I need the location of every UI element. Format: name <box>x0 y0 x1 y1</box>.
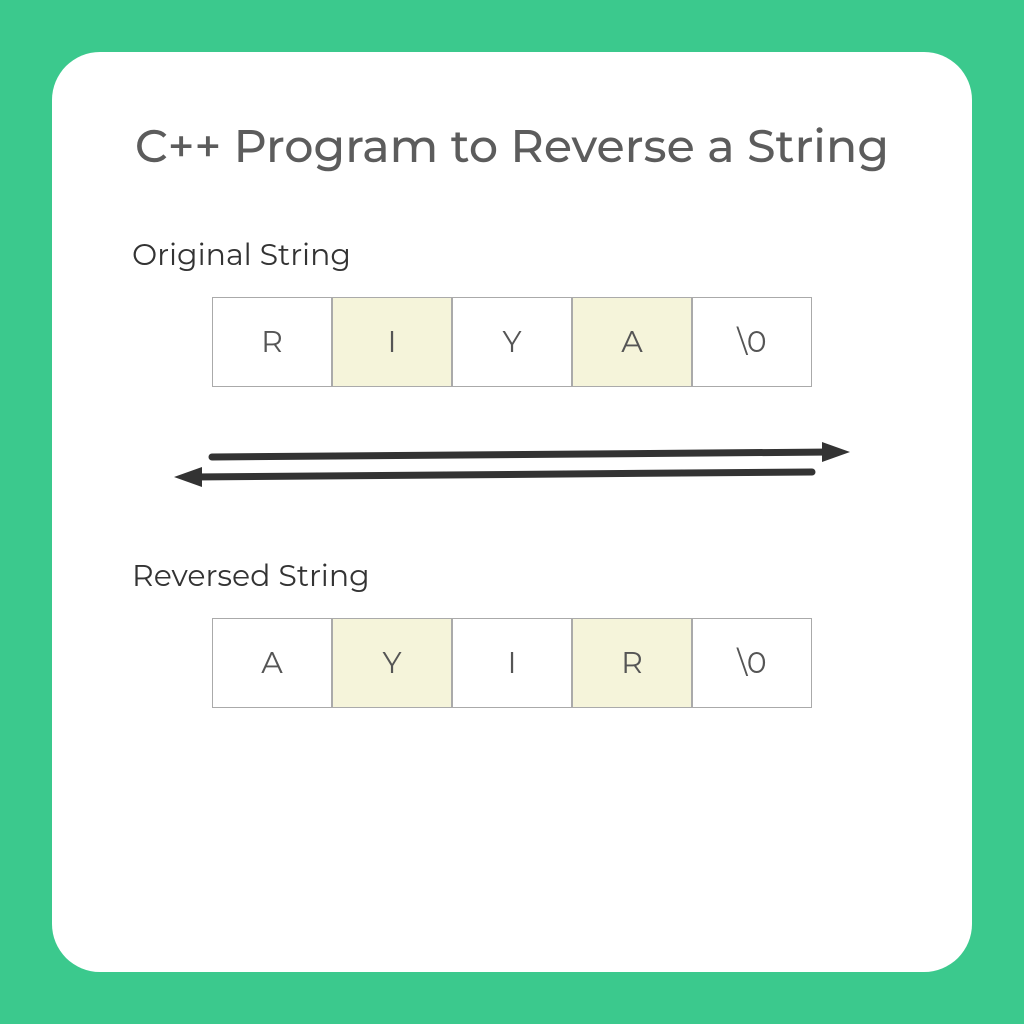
original-cell-3: A <box>572 297 692 387</box>
reversed-string-row: A Y I R \0 <box>112 618 912 708</box>
double-arrow-icon <box>172 437 852 497</box>
diagram-card: C++ Program to Reverse a String Original… <box>52 52 972 972</box>
reversed-label: Reversed String <box>132 557 912 594</box>
swap-arrows <box>112 437 912 497</box>
reversed-cell-0: A <box>212 618 332 708</box>
reversed-cell-4: \0 <box>692 618 812 708</box>
reversed-cell-1: Y <box>332 618 452 708</box>
original-string-row: R I Y A \0 <box>112 297 912 387</box>
original-cell-2: Y <box>452 297 572 387</box>
original-cell-1: I <box>332 297 452 387</box>
reversed-cell-3: R <box>572 618 692 708</box>
original-cell-4: \0 <box>692 297 812 387</box>
original-cell-0: R <box>212 297 332 387</box>
original-label: Original String <box>132 236 912 273</box>
page-title: C++ Program to Reverse a String <box>112 116 912 176</box>
reversed-cell-2: I <box>452 618 572 708</box>
